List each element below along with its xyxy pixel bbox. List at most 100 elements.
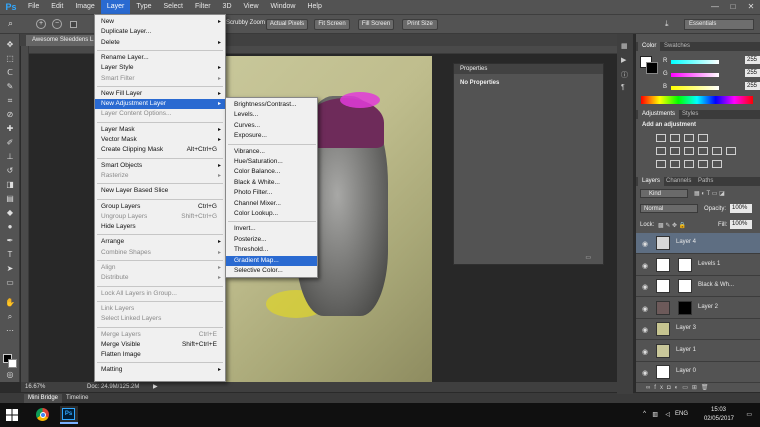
dodge-tool-icon[interactable]: ● — [4, 222, 16, 232]
gradient-tool-icon[interactable]: ▤ — [4, 194, 16, 204]
fx-icon[interactable]: fx — [654, 385, 667, 391]
b-slider[interactable] — [671, 86, 719, 90]
lock-icons[interactable]: ▩ ✎ ✥ 🔒 — [658, 222, 686, 229]
adjustment-item-color-lookup[interactable]: Color Lookup... — [226, 209, 317, 219]
menu-layer[interactable]: Layer — [100, 0, 131, 14]
crop-tool-icon[interactable]: ⌗ — [4, 96, 16, 106]
adjustment-item-threshold[interactable]: Threshold... — [226, 245, 317, 255]
paragraph-panel-icon[interactable]: ¶ — [621, 84, 625, 91]
menu-image[interactable]: Image — [69, 0, 100, 14]
layer-menu-item-create-clipping-mask[interactable]: Create Clipping Mask Alt+Ctrl+G — [95, 145, 225, 155]
visibility-eye-icon[interactable]: ◉ — [642, 262, 648, 270]
layer-menu-item-rename-layer[interactable]: Rename Layer... — [95, 53, 225, 63]
background-color-swatch[interactable] — [8, 359, 17, 368]
layer-menu-item-vector-mask[interactable]: Vector Mask ▸ — [95, 135, 225, 145]
adjustment-item-levels[interactable]: Levels... — [226, 110, 317, 120]
visibility-eye-icon[interactable]: ◉ — [642, 305, 648, 313]
visibility-eye-icon[interactable]: ◉ — [642, 326, 648, 334]
visibility-eye-icon[interactable]: ◉ — [642, 240, 648, 248]
r-slider[interactable] — [671, 60, 719, 64]
zoom-level[interactable]: 16.67% — [25, 382, 45, 392]
zoom-tool-icon[interactable]: ⌕ — [8, 18, 13, 29]
language-indicator[interactable]: ENG — [675, 411, 688, 417]
tab-swatches[interactable]: Swatches — [660, 42, 694, 51]
pen-tool-icon[interactable]: ✒ — [4, 236, 16, 246]
layer-menu-item-flatten-image[interactable]: Flatten Image — [95, 350, 225, 360]
hue-sat-adj-icon[interactable] — [670, 147, 680, 155]
minimize-button[interactable]: — — [706, 0, 724, 14]
workspace-icon[interactable]: ⤓ — [665, 19, 669, 29]
layer-row[interactable]: ◉ Levels 1 — [636, 255, 760, 276]
tab-adjustments[interactable]: Adjustments — [638, 110, 680, 119]
layer-name[interactable]: Black & Wh... — [698, 282, 734, 288]
tab-layers[interactable]: Layers — [638, 177, 665, 186]
adjustment-item-invert[interactable]: Invert... — [226, 224, 317, 234]
adjustment-item-hue-saturation[interactable]: Hue/Saturation... — [226, 157, 317, 167]
menu-edit[interactable]: Edit — [45, 0, 69, 14]
layer-menu-item-layer-mask[interactable]: Layer Mask ▸ — [95, 125, 225, 135]
properties-trash-icon[interactable]: ▭ — [585, 254, 591, 261]
layer-menu-item-layer-style[interactable]: Layer Style ▸ — [95, 63, 225, 73]
gradient-map-adj-icon[interactable] — [698, 160, 708, 168]
threshold-adj-icon[interactable] — [684, 160, 694, 168]
brightness-adj-icon[interactable] — [656, 134, 666, 142]
adjustment-item-channel-mixer[interactable]: Channel Mixer... — [226, 199, 317, 209]
tab-paths[interactable]: Paths — [694, 177, 717, 186]
blend-mode-select[interactable]: Normal — [640, 204, 698, 213]
visibility-eye-icon[interactable]: ◉ — [642, 369, 648, 377]
layer-name[interactable]: Layer 2 — [698, 304, 718, 310]
menu-type[interactable]: Type — [130, 0, 157, 14]
selective-color-adj-icon[interactable] — [712, 160, 722, 168]
photoshop-taskbar-icon[interactable]: Ps — [60, 406, 78, 424]
actions-panel-icon[interactable]: ▶ — [621, 56, 626, 64]
clock-date[interactable]: 02/05/2017 — [704, 416, 734, 422]
add-mask-icon[interactable]: ◘ — [667, 385, 675, 391]
quick-mask-icon[interactable]: ◎ — [4, 370, 16, 380]
tab-mini-bridge[interactable]: Mini Bridge — [24, 394, 63, 403]
volume-icon[interactable]: ◁ — [665, 411, 670, 418]
type-tool-icon[interactable]: T — [4, 250, 16, 260]
lasso-tool-icon[interactable]: ᑕ — [4, 68, 16, 78]
status-arrow-icon[interactable]: ▶ — [153, 382, 158, 392]
adjustment-item-color-balance[interactable]: Color Balance... — [226, 167, 317, 177]
menu-window[interactable]: Window — [265, 0, 302, 14]
layer-menu-item-delete[interactable]: Delete ▸ — [95, 38, 225, 48]
layer-menu-item-merge-visible[interactable]: Merge Visible Shift+Ctrl+E — [95, 340, 225, 350]
move-tool-icon[interactable]: ✥ — [4, 40, 16, 50]
layer-menu-item-smart-objects[interactable]: Smart Objects ▸ — [95, 161, 225, 171]
layer-menu-item-new-adjustment-layer[interactable]: New Adjustment Layer ▸ — [95, 99, 225, 110]
menu-help[interactable]: Help — [301, 0, 327, 14]
layer-menu-item-duplicate-layer[interactable]: Duplicate Layer... — [95, 27, 225, 37]
g-value[interactable]: 255 — [745, 69, 760, 77]
clock-time[interactable]: 15:03 — [711, 407, 726, 413]
zoom-in-icon[interactable]: + — [36, 19, 46, 29]
eyedropper-icon[interactable]: ⊘ — [4, 110, 16, 120]
g-slider[interactable] — [671, 73, 719, 77]
blur-tool-icon[interactable]: ◆ — [4, 208, 16, 218]
layer-row[interactable]: ◉ Layer 2 — [636, 298, 760, 319]
layer-row[interactable]: ◉ Layer 1 — [636, 341, 760, 362]
marquee-tool-icon[interactable]: ⬚ — [4, 54, 16, 64]
properties-title[interactable]: Properties — [454, 64, 603, 74]
tab-color[interactable]: Color — [638, 42, 661, 51]
curves-adj-icon[interactable] — [684, 134, 694, 142]
menu-filter[interactable]: Filter — [189, 0, 217, 14]
notifications-icon[interactable]: ▭ — [746, 411, 752, 418]
opacity-value[interactable]: 100% — [730, 204, 752, 213]
layer-filter-icons[interactable]: ▦ ◐ T ▭ ◪ — [694, 190, 725, 197]
tab-styles[interactable]: Styles — [678, 110, 702, 119]
levels-adj-icon[interactable] — [670, 134, 680, 142]
layer-name[interactable]: Layer 0 — [676, 368, 696, 374]
bw-adj-icon[interactable] — [698, 147, 708, 155]
layer-name[interactable]: Layer 3 — [676, 325, 696, 331]
visibility-eye-icon[interactable]: ◉ — [642, 283, 648, 291]
path-select-icon[interactable]: ➤ — [4, 264, 16, 274]
clone-stamp-icon[interactable]: ⊥ — [4, 152, 16, 162]
adjustment-item-posterize[interactable]: Posterize... — [226, 235, 317, 245]
workspace-select[interactable]: Essentials — [684, 19, 754, 30]
healing-brush-icon[interactable]: ✚ — [4, 124, 16, 134]
exposure-adj-icon[interactable] — [698, 134, 708, 142]
tab-channels[interactable]: Channels — [662, 177, 695, 186]
more-tools-icon[interactable]: ⋯ — [4, 326, 16, 336]
b-value[interactable]: 255 — [745, 82, 760, 90]
